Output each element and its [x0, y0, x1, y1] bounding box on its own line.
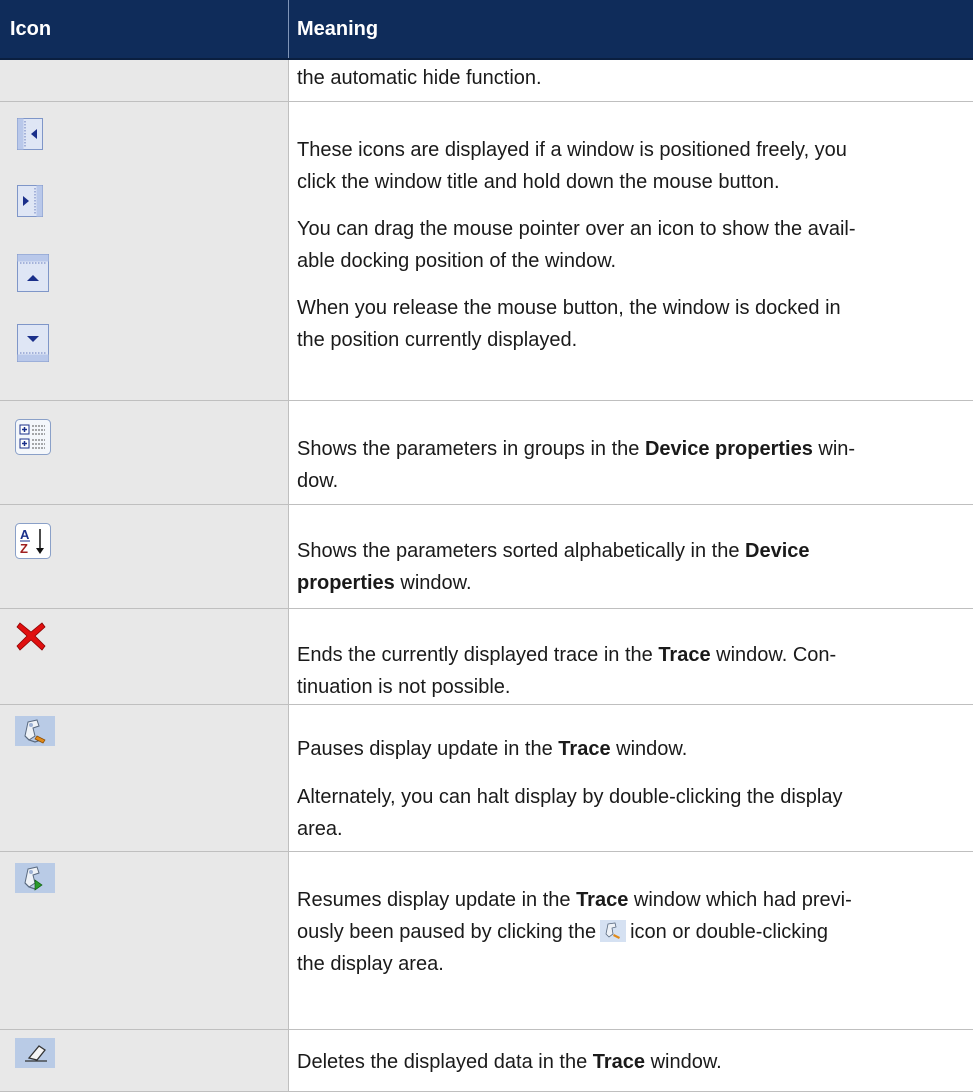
- meaning-text: Pauses display update in the Trace windo…: [297, 733, 955, 765]
- meaning-text: ously been paused by clicking the icon or…: [297, 916, 955, 948]
- trace-resume-icon: [15, 863, 55, 893]
- meaning-text: Deletes the displayed data in the Trace …: [297, 1046, 955, 1078]
- icon-cell: [0, 852, 288, 1029]
- text-run: ously been paused by clicking the: [297, 921, 597, 943]
- meaning-text: When you release the mouse button, the w…: [297, 297, 841, 319]
- meaning-text: You can drag the mouse pointer over an i…: [297, 218, 856, 240]
- text-run: Shows the parameters sorted alphabetical…: [297, 540, 746, 562]
- meaning-text: properties window.: [297, 567, 955, 599]
- meaning-cell: the automatic hide function.: [288, 60, 973, 101]
- meaning-text: dow.: [297, 470, 339, 492]
- text-run: window.: [394, 572, 472, 594]
- header-meaning: Meaning: [297, 17, 379, 40]
- ui-term: Trace: [592, 1051, 646, 1073]
- text-run: window which had previ-: [628, 889, 852, 911]
- text-run: window.: [645, 1051, 722, 1073]
- meaning-text: the display area.: [297, 953, 444, 975]
- icon-cell: [0, 1030, 288, 1091]
- meaning-text: These icons are displayed if a window is…: [297, 139, 847, 161]
- text-run: Deletes the displayed data in the: [297, 1051, 593, 1073]
- table-row: Shows the parameters in groups in the De…: [0, 401, 973, 505]
- text-run: Pauses display update in the: [297, 738, 559, 760]
- meaning-text: tinuation is not possible.: [297, 676, 511, 698]
- ui-term: Device: [745, 540, 810, 562]
- meaning-text: Resumes display update in the Trace wind…: [297, 884, 955, 916]
- text-run: window. Con-: [710, 644, 837, 666]
- dock-left-icon: [17, 118, 43, 150]
- meaning-cell: Shows the parameters sorted alphabetical…: [288, 505, 973, 608]
- ui-term: properties: [297, 572, 395, 594]
- svg-text:Z: Z: [20, 541, 28, 556]
- text-run: win-: [812, 438, 856, 460]
- table-row: Ends the currently displayed trace in th…: [0, 609, 973, 705]
- meaning-text: Shows the parameters in groups in the De…: [297, 433, 955, 465]
- trace-pause-inline-icon: [600, 920, 627, 942]
- text-run: Ends the currently displayed trace in th…: [297, 644, 659, 666]
- dock-top-icon: [17, 254, 49, 292]
- meaning-cell: Resumes display update in the Trace wind…: [288, 852, 973, 1029]
- icon-cell: A Z: [0, 505, 288, 608]
- icon-cell: [0, 102, 288, 400]
- meaning-text: Alternately, you can halt display by dou…: [297, 786, 843, 808]
- meaning-cell: Shows the parameters in groups in the De…: [288, 401, 973, 504]
- meaning-text: click the window title and hold down the…: [297, 171, 780, 193]
- meaning-text: area.: [297, 818, 343, 840]
- table-row: Deletes the displayed data in the Trace …: [0, 1030, 973, 1092]
- text-run: icon or double-clicking: [630, 921, 828, 943]
- icon-cell: [0, 609, 288, 704]
- table-row: the automatic hide function.: [0, 60, 973, 102]
- ui-term: Trace: [658, 644, 711, 666]
- header-icon: Icon: [10, 17, 52, 40]
- table-row: Pauses display update in the Trace windo…: [0, 705, 973, 852]
- meaning-cell: These icons are displayed if a window is…: [288, 102, 973, 400]
- table-row: These icons are displayed if a window is…: [0, 102, 973, 401]
- text-run: Shows the parameters in groups in the: [297, 438, 645, 460]
- table-row: A Z Shows the parameters sorted alphabet…: [0, 505, 973, 609]
- meaning-text: able docking position of the window.: [297, 250, 617, 272]
- red-x-icon: [16, 622, 46, 651]
- meaning-cell: Pauses display update in the Trace windo…: [288, 705, 973, 851]
- table-row: Resumes display update in the Trace wind…: [0, 852, 973, 1030]
- icon-meaning-table: Icon Meaning the automatic hide function…: [0, 0, 973, 1092]
- ui-term: Trace: [576, 889, 629, 911]
- dock-right-icon: [17, 185, 43, 217]
- meaning-text: Ends the currently displayed trace in th…: [297, 639, 955, 671]
- icon-cell: [0, 705, 288, 851]
- icon-cell: [0, 401, 288, 504]
- text-run: window.: [610, 738, 688, 760]
- eraser-icon: [15, 1038, 55, 1068]
- meaning-text: Shows the parameters sorted alphabetical…: [297, 535, 955, 567]
- meaning-text: the position currently displayed.: [297, 329, 578, 351]
- header-divider: [288, 0, 289, 58]
- ui-term: Device properties: [644, 438, 813, 460]
- text-run: Resumes display update in the: [297, 889, 577, 911]
- meaning-cell: Deletes the displayed data in the Trace …: [288, 1030, 973, 1091]
- ui-term: Trace: [558, 738, 611, 760]
- table-header: Icon Meaning: [0, 0, 973, 60]
- sort-alphabetical-icon: A Z: [15, 523, 51, 559]
- trace-pause-icon: [15, 716, 55, 746]
- icon-cell: [0, 60, 288, 101]
- dock-bottom-icon: [17, 324, 49, 362]
- meaning-cell: Ends the currently displayed trace in th…: [288, 609, 973, 704]
- meaning-text: the automatic hide function.: [297, 67, 542, 89]
- svg-text:A: A: [20, 527, 30, 542]
- grouped-view-icon: [15, 419, 51, 455]
